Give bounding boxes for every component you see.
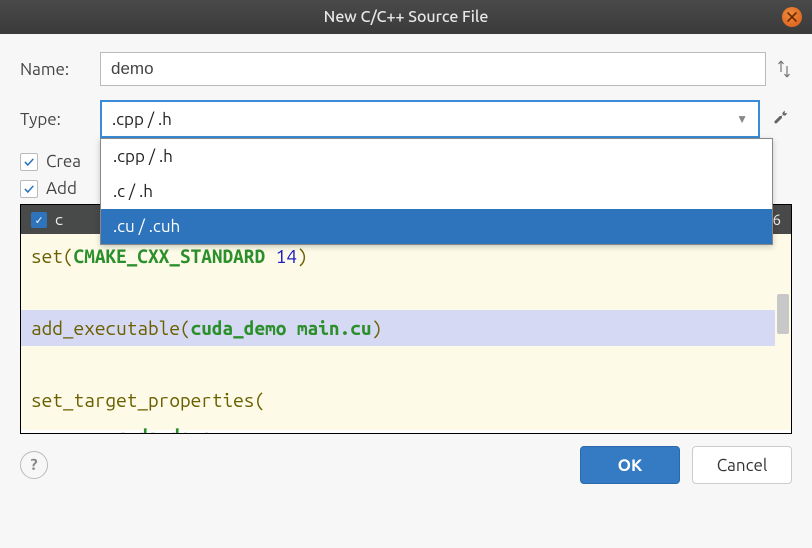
add-checkbox-label: Add xyxy=(46,179,77,198)
help-icon: ? xyxy=(30,456,37,474)
close-icon xyxy=(787,12,797,22)
type-option-cu[interactable]: .cu / .cuh xyxy=(101,209,772,244)
sort-toggle-button[interactable] xyxy=(776,55,792,83)
cancel-button[interactable]: Cancel xyxy=(692,446,792,484)
name-label: Name: xyxy=(20,60,100,79)
code-token: set xyxy=(31,245,63,267)
type-selected-value: .cpp / .h xyxy=(112,110,172,129)
type-row: Type: .cpp / .h ▼ .cpp / .h .c / .h .cu … xyxy=(20,100,792,138)
add-checkbox[interactable]: ✓ xyxy=(20,180,38,198)
type-label: Type: xyxy=(20,110,100,129)
code-token: 14 xyxy=(276,245,297,267)
code-token: cuda_demo xyxy=(116,425,212,434)
wrench-icon xyxy=(772,108,790,126)
type-option-c[interactable]: .c / .h xyxy=(101,174,772,209)
help-button[interactable]: ? xyxy=(20,451,48,479)
code-scrollbar-thumb[interactable] xyxy=(777,294,789,334)
sort-updown-icon xyxy=(776,58,792,80)
cmake-tab-name: c xyxy=(55,211,63,228)
cmake-code-editor[interactable]: set(CMAKE_CXX_STANDARD 14) add_executabl… xyxy=(21,234,791,430)
dialog-content: Name: Type: .cpp / .h ▼ .cpp / .h .c / .… xyxy=(0,34,812,498)
code-token: CMAKE_CXX_STANDARD xyxy=(74,245,266,267)
create-checkbox-label: Crea xyxy=(46,152,81,171)
chevron-down-icon: ▼ xyxy=(736,112,748,126)
type-dropdown: .cpp / .h .c / .h .cu / .cuh xyxy=(100,138,773,245)
name-input[interactable] xyxy=(100,52,766,86)
code-token: set_target_properties xyxy=(31,389,254,411)
code-scrollbar[interactable] xyxy=(775,234,791,430)
type-combobox[interactable]: .cpp / .h ▼ xyxy=(100,100,760,138)
code-token: main.cu xyxy=(297,317,371,339)
code-token: add_executable xyxy=(31,317,180,339)
create-checkbox[interactable]: ✓ xyxy=(20,153,38,171)
dialog-footer: ? OK Cancel xyxy=(20,434,792,484)
window-titlebar: New C/C++ Source File xyxy=(0,0,812,34)
window-close-button[interactable] xyxy=(782,7,802,27)
ok-button[interactable]: OK xyxy=(580,446,680,484)
window-title: New C/C++ Source File xyxy=(324,8,489,26)
name-row: Name: xyxy=(20,52,792,86)
code-token: cuda_demo xyxy=(191,317,287,339)
type-settings-button[interactable] xyxy=(770,108,792,130)
cmake-tab-checkbox[interactable]: ✓ xyxy=(31,212,47,228)
type-option-cpp[interactable]: .cpp / .h xyxy=(101,139,772,174)
